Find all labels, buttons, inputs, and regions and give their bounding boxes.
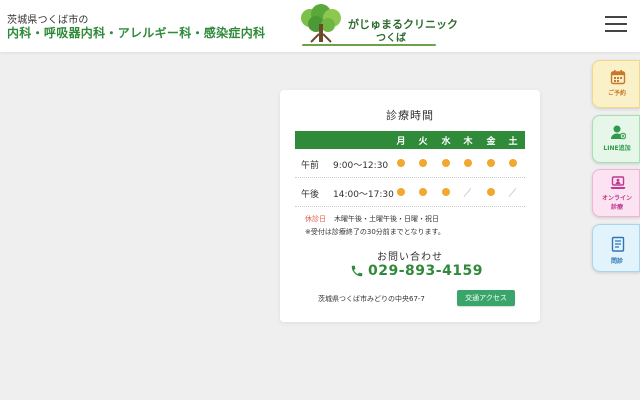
reception-note: ※受付は診療終了の30分前までとなります。: [305, 228, 445, 236]
phone-number: 029-893-4159: [368, 263, 484, 279]
laptop-icon: [610, 176, 626, 189]
hours-table: 月 火 水 木 金 土 午前 9:00～12:30 午後 14:00～17:30: [295, 131, 525, 207]
hamburger-menu-icon[interactable]: [605, 16, 627, 36]
line-tab[interactable]: LINE追加: [592, 115, 640, 163]
holiday-text: 木曜午後・土曜午後・日曜・祝日: [334, 215, 439, 223]
day-sat: 土: [508, 137, 518, 147]
logo-text-location: つくば: [376, 33, 406, 44]
time-range: 9:00～12:30: [333, 161, 389, 171]
clinic-logo[interactable]: がじゅまるクリニック つくば: [296, 4, 458, 48]
day-thu: 木: [463, 137, 473, 147]
open-dot-icon: [397, 159, 405, 167]
holiday-info: 休診日 木曜午後・土曜午後・日曜・祝日: [305, 214, 439, 224]
open-dot-icon: [397, 188, 405, 196]
person-add-icon: [611, 125, 626, 140]
open-dot-icon: [442, 159, 450, 167]
access-button[interactable]: 交通アクセス: [457, 290, 515, 306]
calendar-icon: [610, 70, 626, 85]
online-tab-label: オンライン 診療: [593, 194, 640, 212]
open-dot-icon: [419, 188, 427, 196]
open-dot-icon: [487, 188, 495, 196]
logo-underline: [302, 44, 436, 46]
open-dot-icon: [487, 159, 495, 167]
online-tab-line1: オンライン: [601, 195, 632, 202]
info-card: 診療時間 月 火 水 木 金 土 午前 9:00～12:30 午後 14:00～…: [280, 90, 540, 322]
schedule-title: 診療時間: [386, 109, 434, 122]
day-tue: 火: [418, 137, 428, 147]
table-row-afternoon: 午後 14:00～17:30: [295, 178, 525, 207]
open-dot-icon: [509, 159, 517, 167]
open-dot-icon: [464, 159, 472, 167]
site-header: 茨城県つくば市の 内科・呼吸器内科・アレルギー科・感染症内科 がじゅまるクリニッ…: [0, 0, 640, 52]
day-mon: 月: [396, 137, 406, 147]
open-dot-icon: [442, 188, 450, 196]
period-label: 午後: [301, 190, 320, 200]
online-tab-line2: 診療: [610, 204, 623, 211]
holiday-label: 休診日: [305, 215, 326, 223]
questionnaire-tab-label: 問診: [610, 258, 623, 265]
closed-slash-icon: [464, 188, 472, 196]
period-label: 午前: [301, 161, 320, 171]
closed-slash-icon: [509, 188, 517, 196]
phone-link[interactable]: 029-893-4159: [350, 261, 483, 281]
open-dot-icon: [419, 159, 427, 167]
tree-logo-icon: [301, 4, 341, 43]
reserve-tab[interactable]: ご予約: [592, 60, 640, 108]
table-row-morning: 午前 9:00～12:30: [295, 149, 525, 178]
phone-icon: [351, 265, 363, 277]
day-fri: 金: [486, 137, 496, 147]
reserve-tab-label: ご予約: [607, 90, 626, 97]
clinic-address: 茨城県つくば市みどりの中央67-7: [318, 295, 425, 303]
online-tab[interactable]: オンライン 診療: [592, 169, 640, 217]
header-departments: 内科・呼吸器内科・アレルギー科・感染症内科: [7, 26, 266, 40]
hours-table-header: 月 火 水 木 金 土: [295, 131, 525, 149]
questionnaire-tab[interactable]: 問診: [592, 224, 640, 272]
clipboard-icon: [611, 236, 625, 252]
line-tab-label: LINE追加: [603, 145, 631, 152]
day-wed: 水: [441, 137, 451, 147]
time-range: 14:00～17:30: [333, 190, 394, 200]
